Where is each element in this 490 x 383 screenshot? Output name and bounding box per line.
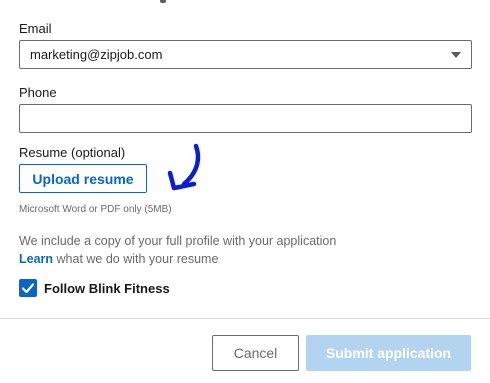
resume-hint: Microsoft Word or PDF only (5MB)	[19, 204, 172, 215]
follow-company-label[interactable]: Follow Blink Fitness	[44, 281, 170, 296]
caret-down-icon	[451, 52, 461, 58]
phone-label: Phone	[19, 85, 57, 100]
email-select[interactable]: marketing@zipjob.com	[19, 40, 472, 69]
learn-more-line: Learn what we do with your resume	[19, 252, 218, 266]
checkmark-icon	[21, 283, 35, 294]
phone-input[interactable]	[19, 104, 472, 133]
submit-application-button[interactable]: Submit application	[306, 335, 471, 371]
resume-label: Resume (optional)	[19, 145, 126, 160]
follow-company-checkbox[interactable]	[19, 279, 37, 297]
upload-resume-button[interactable]: Upload resume	[19, 164, 147, 193]
learn-link[interactable]: Learn	[19, 252, 53, 266]
hand-drawn-arrow-icon	[167, 143, 201, 191]
email-selected-value: marketing@zipjob.com	[30, 47, 163, 62]
profile-info-text: We include a copy of your full profile w…	[19, 234, 337, 248]
cancel-button[interactable]: Cancel	[212, 335, 299, 371]
footer-divider	[0, 318, 490, 319]
learn-more-text: what we do with your resume	[53, 252, 219, 266]
email-label: Email	[19, 21, 52, 36]
top-edge-fragment	[160, 0, 166, 3]
